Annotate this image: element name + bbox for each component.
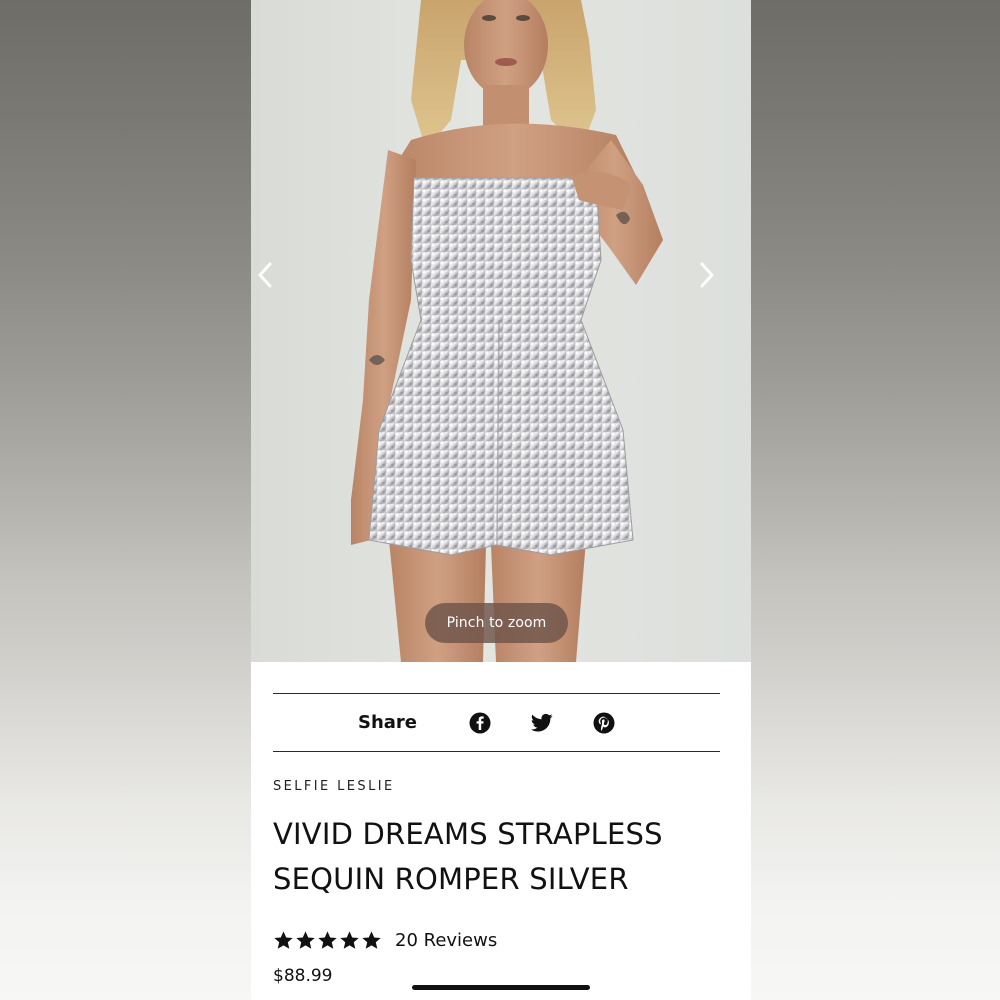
brand-name[interactable]: SELFIE LESLIE (273, 779, 395, 794)
star-icon (362, 931, 381, 949)
mobile-screen: Pinch to zoom Share SELFIE LESLIE VIVID … (251, 0, 751, 1000)
star-icon (340, 931, 359, 949)
gallery-prev-button[interactable] (257, 262, 297, 302)
product-photo-illustration (351, 0, 663, 662)
share-bar: Share (273, 693, 720, 752)
blurred-background-left (0, 0, 251, 1000)
facebook-icon[interactable] (469, 712, 491, 734)
star-rating (273, 930, 383, 951)
reviews-link[interactable]: 20 Reviews (395, 930, 497, 951)
twitter-icon[interactable] (531, 712, 553, 734)
star-icon (274, 931, 293, 949)
star-icon (318, 931, 337, 949)
product-title: VIVID DREAMS STRAPLESS SEQUIN ROMPER SIL… (273, 817, 663, 896)
pinterest-icon[interactable] (593, 712, 615, 734)
pinch-to-zoom-hint: Pinch to zoom (425, 603, 568, 643)
gallery-next-button[interactable] (699, 262, 739, 302)
blurred-background-right (749, 0, 1000, 1000)
product-price: $88.99 (273, 966, 333, 986)
chevron-left-icon (258, 262, 272, 288)
star-icon (296, 931, 315, 949)
share-label: Share (357, 712, 417, 733)
home-indicator[interactable] (412, 985, 590, 990)
chevron-right-icon (700, 262, 714, 288)
product-image[interactable]: Pinch to zoom (251, 0, 751, 662)
product-rating[interactable]: 20 Reviews (273, 930, 497, 951)
